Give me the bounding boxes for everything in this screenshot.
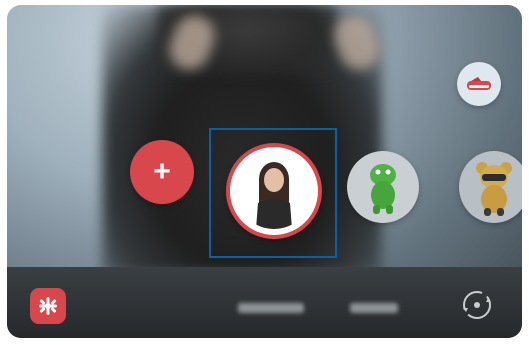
switch-camera-icon xyxy=(463,291,491,319)
mode-label-secondary[interactable] xyxy=(350,303,398,313)
shoe-icon xyxy=(467,77,491,90)
dinosaur-emoji-option[interactable] xyxy=(347,151,419,223)
my-emoji-avatar[interactable] xyxy=(226,143,322,239)
switch-camera-button[interactable] xyxy=(461,289,493,321)
sticker-icon xyxy=(39,297,57,315)
avatar-figure xyxy=(234,151,314,231)
dinosaur-icon xyxy=(370,164,396,214)
bear-emoji-option[interactable] xyxy=(459,151,522,223)
mode-label-primary[interactable] xyxy=(238,303,304,313)
sticker-button[interactable] xyxy=(30,288,66,324)
shoe-button[interactable] xyxy=(457,62,501,106)
plus-icon: + xyxy=(153,155,171,188)
bear-icon xyxy=(476,162,512,216)
woman-avatar-icon xyxy=(236,153,312,229)
camera-viewfinder: + xyxy=(7,5,522,338)
add-emoji-button[interactable]: + xyxy=(130,140,194,204)
